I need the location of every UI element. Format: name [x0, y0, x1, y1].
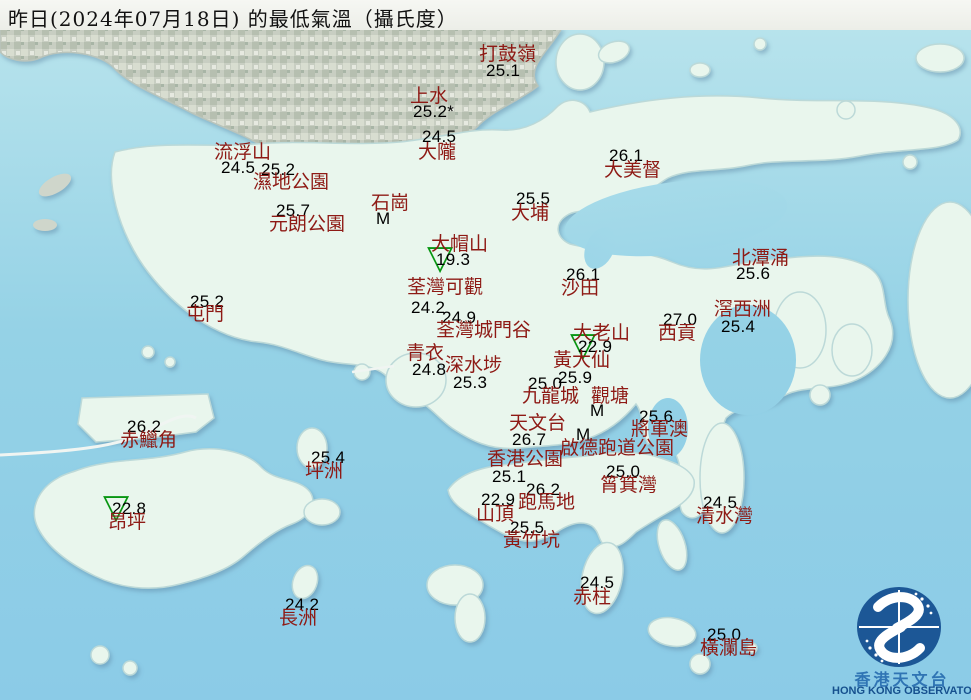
station-name: 橫瀾島	[700, 637, 758, 659]
station-name: 元朗公園	[269, 213, 346, 235]
station-name: 昂坪	[108, 511, 147, 533]
station-name: 九龍城	[522, 385, 580, 407]
station-name: 大老山	[573, 322, 631, 344]
station-name: 觀塘	[591, 385, 630, 407]
station-name: 赤柱	[573, 586, 612, 608]
station-name: 大隴	[418, 141, 457, 163]
station-name: 青衣	[406, 342, 445, 364]
station-value: 25.4	[721, 317, 756, 336]
station-name: 荃灣可觀	[407, 276, 484, 298]
station-name: 山頂	[476, 503, 515, 525]
stations-layer: 25.1 打鼓嶺 25.2* 上水 24.5 大隴 24.5 流浮山 25.2 濕地公園 25.7 元…	[0, 0, 971, 700]
station-name: 打鼓嶺	[479, 43, 537, 65]
station-name: 筲箕灣	[600, 474, 658, 496]
station-name: 大美督	[604, 159, 662, 181]
station-name: 將軍澳	[631, 418, 689, 440]
station-name: 坪洲	[305, 460, 344, 482]
station-name: 上水	[410, 85, 449, 107]
station-value: 24.2	[411, 298, 446, 317]
station-name: 啟德跑道公園	[560, 437, 675, 459]
hko-min-temp-map-page: 昨日(2024年07月18日) 的最低氣溫（攝氏度） 25.1 打鼓嶺 25.2* 上…	[0, 0, 971, 700]
station-name: 跑馬地	[518, 491, 576, 513]
station-name: 赤鱲角	[120, 429, 178, 451]
station-name: 黃大仙	[553, 349, 611, 371]
station-name: 濕地公園	[253, 171, 330, 193]
station-name: 荃灣城門谷	[436, 319, 532, 341]
station-name: 黃竹坑	[503, 529, 561, 551]
station-name: 深水埗	[445, 354, 503, 376]
station-value: 25.3	[453, 373, 488, 392]
station-name: 香港公園	[487, 448, 564, 470]
station-name: 滘西洲	[714, 298, 772, 320]
station-name: 屯門	[186, 303, 225, 325]
station-name: 大埔	[511, 202, 550, 224]
station-name: 天文台	[509, 412, 567, 434]
station-name: 長洲	[279, 607, 318, 629]
station-name: 清水灣	[696, 505, 754, 527]
station-name: 沙田	[561, 277, 600, 299]
hko-logo-english-text: HONG KONG OBSERVATORY	[832, 685, 971, 697]
station-name: 西貢	[658, 322, 697, 344]
station-name: 大帽山	[431, 233, 489, 255]
station-value: 25.1	[492, 467, 527, 486]
station-name: 北潭涌	[732, 247, 790, 269]
station-name: 石崗	[371, 192, 410, 214]
station-value: 25.9	[558, 368, 593, 387]
